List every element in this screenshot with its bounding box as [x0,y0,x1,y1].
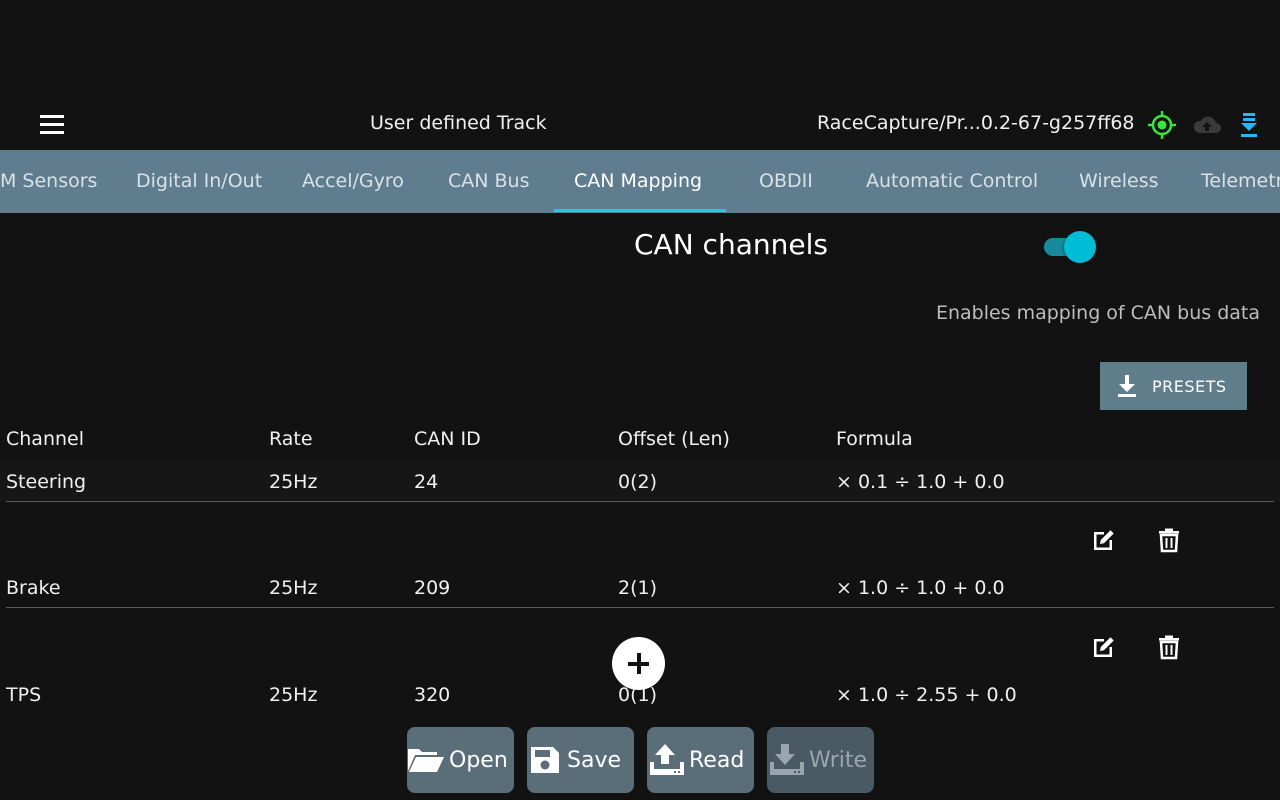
trash-icon[interactable] [1155,526,1187,558]
header-formula: Formula [836,428,913,450]
can-channels-toggle[interactable] [1042,230,1098,264]
write-button[interactable]: Write [767,727,874,793]
section-title: CAN channels [634,228,828,261]
cell-formula: × 1.0 ÷ 1.0 + 0.0 [836,577,1005,599]
active-tab-indicator [554,209,726,212]
read-label: Read [689,747,745,773]
download-status-icon[interactable] [1236,110,1266,140]
open-button[interactable]: Open [407,727,514,793]
cell-rate: 25Hz [269,684,318,706]
tab-sensors[interactable]: M Sensors [0,150,97,213]
cell-offset: 0(2) [618,471,658,493]
cell-can-id: 24 [414,471,439,493]
save-button[interactable]: Save [527,727,634,793]
download-icon [1118,375,1136,397]
floppy-disk-icon [531,747,559,773]
write-download-icon [770,744,804,775]
config-tabs: M Sensors Digital In/Out Accel/Gyro CAN … [0,150,1280,213]
cell-can-id: 209 [414,577,451,599]
device-name: RaceCapture/Pr...0.2-67-g257ff68 [817,112,1135,134]
trash-icon[interactable] [1155,633,1187,665]
write-label: Write [809,747,868,773]
folder-open-icon [408,749,444,772]
cell-channel: Steering [6,471,87,493]
tab-can-mapping[interactable]: CAN Mapping [574,150,702,213]
track-title: User defined Track [370,112,547,134]
cell-can-id: 320 [414,684,451,706]
tab-telemetry[interactable]: Telemetr [1201,150,1280,213]
cell-formula: × 1.0 ÷ 2.55 + 0.0 [836,684,1017,706]
read-button[interactable]: Read [647,727,754,793]
row-divider [6,501,1274,502]
header-channel: Channel [6,428,85,450]
tab-wireless[interactable]: Wireless [1079,150,1159,213]
header-offset: Offset (Len) [618,428,730,450]
tab-can-bus[interactable]: CAN Bus [448,150,530,213]
cell-rate: 25Hz [269,471,318,493]
presets-button[interactable]: PRESETS [1100,362,1247,410]
cell-channel: Brake [6,577,61,599]
toggle-knob [1064,231,1096,263]
edit-icon[interactable] [1090,526,1122,558]
edit-icon[interactable] [1090,633,1122,665]
tab-automatic-control[interactable]: Automatic Control [866,150,1038,213]
cell-formula: × 0.1 ÷ 1.0 + 0.0 [836,471,1005,493]
tab-accel-gyro[interactable]: Accel/Gyro [302,150,404,213]
presets-label: PRESETS [1152,376,1227,396]
cell-offset: 2(1) [618,577,658,599]
cell-rate: 25Hz [269,577,318,599]
save-label: Save [567,747,622,773]
row-divider [6,607,1274,608]
gps-target-icon[interactable] [1147,110,1177,140]
cell-channel: TPS [6,684,42,706]
header-can-id: CAN ID [414,428,481,450]
help-text: Enables mapping of CAN bus data [935,302,1260,324]
add-channel-button[interactable] [612,637,665,690]
bottom-action-bar: Open Save Read Write [0,713,1280,800]
open-label: Open [449,747,508,773]
menu-icon[interactable] [36,112,68,138]
cloud-upload-icon[interactable] [1191,110,1221,140]
read-upload-icon [650,744,684,775]
tab-obdii[interactable]: OBDII [759,150,813,213]
top-bar: User defined Track RaceCapture/Pr...0.2-… [0,100,1280,150]
tab-digital-in-out[interactable]: Digital In/Out [136,150,262,213]
header-rate: Rate [269,428,313,450]
